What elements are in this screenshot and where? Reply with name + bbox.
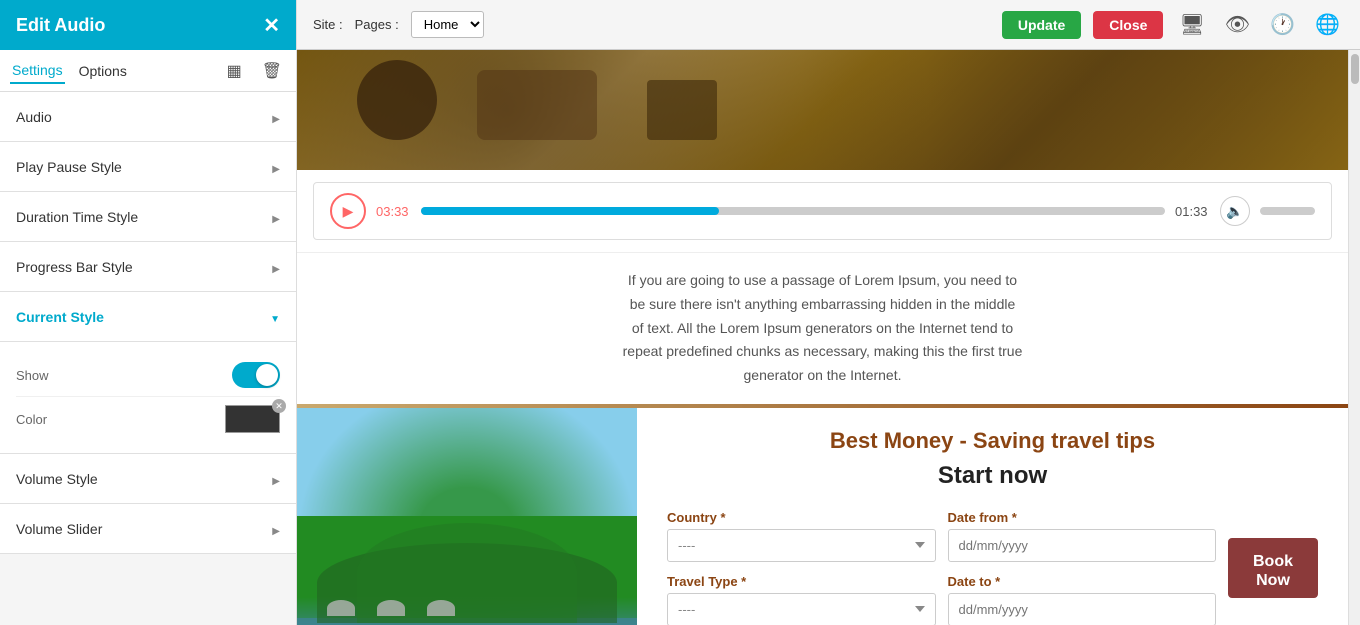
section-volume-slider[interactable]: Volume Slider bbox=[0, 504, 296, 554]
lorem-text: If you are going to use a passage of Lor… bbox=[623, 269, 1023, 388]
color-label: Color bbox=[16, 412, 47, 427]
toggle-track bbox=[232, 362, 280, 388]
close-button[interactable]: Close bbox=[1093, 11, 1163, 39]
section-current-style-label: Current Style bbox=[16, 309, 104, 325]
section-volume-slider-chevron bbox=[272, 521, 280, 537]
panel-close-icon[interactable]: ✕ bbox=[263, 13, 280, 38]
history-icon[interactable]: 🕐 bbox=[1266, 12, 1299, 37]
preview-icon[interactable]: 👁 bbox=[1221, 12, 1254, 37]
form-row: Country * ---- Date from * Travel Type bbox=[667, 510, 1318, 625]
travel-form: Best Money - Saving travel tips Start no… bbox=[637, 408, 1348, 625]
sitemap-icon[interactable]: 🌐 bbox=[1311, 12, 1344, 37]
show-row: Show bbox=[16, 354, 280, 397]
toggle-thumb bbox=[256, 364, 278, 386]
desktop-icon[interactable]: 🖥 bbox=[1175, 12, 1208, 37]
form-group-date-to: Date to * bbox=[948, 574, 1217, 625]
section-volume-slider-label: Volume Slider bbox=[16, 521, 102, 537]
travel-subtitle: Start now bbox=[667, 462, 1318, 490]
show-label: Show bbox=[16, 368, 49, 383]
section-play-pause-chevron bbox=[272, 159, 280, 175]
section-current-style[interactable]: Current Style bbox=[0, 292, 296, 342]
section-duration-time-chevron bbox=[272, 209, 280, 225]
top-bar: Site : Pages : Home Update Close 🖥 👁 🕐 🌐 bbox=[297, 0, 1360, 50]
travel-type-select[interactable]: ---- bbox=[667, 593, 936, 625]
country-select[interactable]: ---- bbox=[667, 529, 936, 562]
volume-button[interactable]: 🔈 bbox=[1220, 196, 1250, 226]
form-group-date-from: Date from * bbox=[948, 510, 1217, 562]
duplicate-icon[interactable]: ▦ bbox=[223, 59, 246, 83]
form-group-country: Country * ---- bbox=[667, 510, 936, 562]
country-label: Country * bbox=[667, 510, 936, 525]
main-area: Site : Pages : Home Update Close 🖥 👁 🕐 🌐 bbox=[297, 0, 1360, 625]
section-progress-bar-label: Progress Bar Style bbox=[16, 259, 133, 275]
section-progress-bar-chevron bbox=[272, 259, 280, 275]
left-panel: Edit Audio ✕ Settings Options ▦ 🗑 Audio … bbox=[0, 0, 297, 625]
form-group-travel-type: Travel Type * ---- bbox=[667, 574, 936, 625]
right-scrollbar[interactable] bbox=[1348, 50, 1360, 625]
banner-image-overlay bbox=[297, 50, 1348, 170]
progress-bar[interactable] bbox=[421, 207, 1165, 215]
section-audio-chevron bbox=[272, 109, 280, 125]
section-duration-time-style[interactable]: Duration Time Style bbox=[0, 192, 296, 242]
section-duration-time-label: Duration Time Style bbox=[16, 209, 138, 225]
section-volume-style-label: Volume Style bbox=[16, 471, 98, 487]
audio-player: ▶ 03:33 01:33 🔈 bbox=[313, 182, 1332, 240]
section-volume-style-chevron bbox=[272, 471, 280, 487]
color-swatch-wrapper: ✕ bbox=[225, 405, 280, 433]
travel-image bbox=[297, 408, 637, 625]
audio-player-wrapper: ▶ 03:33 01:33 🔈 bbox=[297, 170, 1348, 252]
current-time: 03:33 bbox=[376, 204, 411, 219]
date-to-input[interactable] bbox=[948, 593, 1217, 625]
banner-image bbox=[297, 50, 1348, 170]
lorem-section: If you are going to use a passage of Lor… bbox=[297, 252, 1348, 404]
delete-icon[interactable]: 🗑 bbox=[258, 59, 286, 83]
section-current-style-chevron bbox=[270, 309, 280, 325]
section-play-pause-label: Play Pause Style bbox=[16, 159, 122, 175]
travel-title: Best Money - Saving travel tips bbox=[667, 428, 1318, 454]
current-style-content: Show Color ✕ bbox=[0, 342, 296, 454]
date-from-label: Date from * bbox=[948, 510, 1217, 525]
tab-settings[interactable]: Settings bbox=[10, 58, 65, 84]
travel-type-label: Travel Type * bbox=[667, 574, 936, 589]
book-now-button[interactable]: Book Now bbox=[1228, 538, 1318, 598]
section-play-pause-style[interactable]: Play Pause Style bbox=[0, 142, 296, 192]
volume-slider-bar[interactable] bbox=[1260, 207, 1315, 215]
travel-section: Best Money - Saving travel tips Start no… bbox=[297, 408, 1348, 625]
scrollbar-thumb[interactable] bbox=[1351, 54, 1359, 84]
total-time: 01:33 bbox=[1175, 204, 1210, 219]
color-swatch-clear[interactable]: ✕ bbox=[272, 399, 286, 413]
date-to-label: Date to * bbox=[948, 574, 1217, 589]
pages-label: Pages : bbox=[355, 17, 399, 32]
color-swatch[interactable] bbox=[225, 405, 280, 433]
show-toggle[interactable] bbox=[232, 362, 280, 388]
color-row: Color ✕ bbox=[16, 397, 280, 441]
date-from-input[interactable] bbox=[948, 529, 1217, 562]
update-button[interactable]: Update bbox=[1002, 11, 1081, 39]
section-progress-bar-style[interactable]: Progress Bar Style bbox=[0, 242, 296, 292]
site-label: Site : bbox=[313, 17, 343, 32]
panel-tabs: Settings Options ▦ 🗑 bbox=[0, 50, 296, 92]
tab-options[interactable]: Options bbox=[77, 59, 129, 83]
section-volume-style[interactable]: Volume Style bbox=[0, 454, 296, 504]
section-audio-label: Audio bbox=[16, 109, 52, 125]
section-audio[interactable]: Audio bbox=[0, 92, 296, 142]
panel-title: Edit Audio bbox=[16, 15, 105, 36]
form-grid: Country * ---- Date from * Travel Type bbox=[667, 510, 1216, 625]
progress-bar-fill bbox=[421, 207, 719, 215]
page-content: ▶ 03:33 01:33 🔈 If you are going to use … bbox=[297, 50, 1348, 625]
pages-select[interactable]: Home bbox=[411, 11, 484, 38]
panel-header: Edit Audio ✕ bbox=[0, 0, 296, 50]
play-button[interactable]: ▶ bbox=[330, 193, 366, 229]
